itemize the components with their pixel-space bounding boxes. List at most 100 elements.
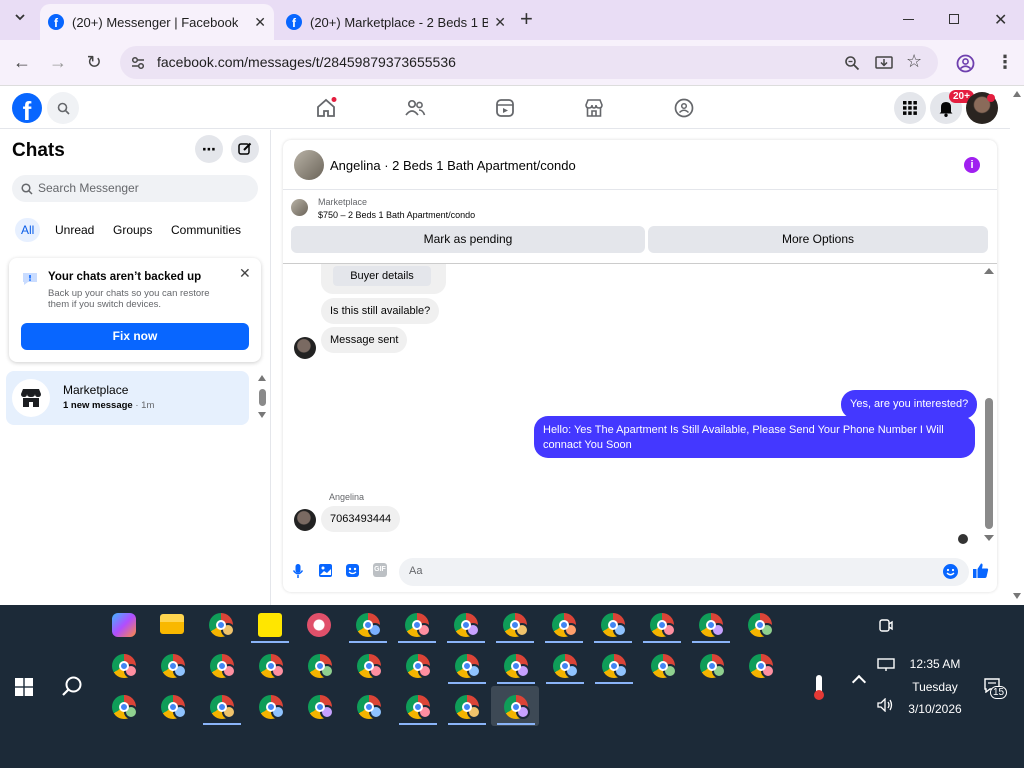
search-icon[interactable] [61, 675, 83, 697]
scroll-down-arrow-icon[interactable] [258, 412, 266, 418]
search-messenger-input[interactable]: Search Messenger [12, 175, 258, 202]
sticker-icon[interactable] [345, 563, 360, 578]
chrome-profile-icon[interactable] [259, 695, 285, 719]
new-message-button[interactable] [231, 135, 259, 163]
chrome-profile-icon[interactable] [161, 695, 187, 719]
info-icon[interactable]: i [964, 157, 980, 173]
clock-time[interactable]: 12:35 AM [900, 657, 970, 671]
forward-arrow-icon[interactable]: → [46, 52, 70, 73]
chrome-profile-icon[interactable] [454, 613, 480, 637]
windows-start-icon[interactable] [15, 678, 33, 696]
chrome-profile-icon[interactable] [112, 695, 138, 719]
network-icon[interactable] [877, 658, 895, 672]
chrome-profile-icon[interactable] [699, 613, 725, 637]
zoom-icon[interactable] [844, 55, 860, 71]
url-text[interactable]: facebook.com/messages/t/2845987937365553… [157, 54, 456, 70]
bookmark-star-icon[interactable]: ☆ [906, 51, 922, 72]
file-explorer-icon[interactable] [160, 614, 184, 634]
chrome-profile-icon[interactable] [209, 613, 235, 637]
chrome-profile-icon[interactable] [210, 695, 236, 719]
sticky-notes-icon[interactable] [258, 613, 282, 637]
filter-groups[interactable]: Groups [107, 218, 158, 242]
chrome-profile-icon[interactable] [504, 695, 530, 719]
close-tab-icon[interactable]: ✕ [254, 14, 266, 31]
chat-list-item-marketplace[interactable]: Marketplace 1 new message · 1m [6, 371, 249, 425]
chrome-profile-icon[interactable] [504, 654, 530, 678]
chrome-profile-icon[interactable] [405, 613, 431, 637]
close-icon[interactable]: ✕ [239, 265, 251, 282]
page-scrollbar[interactable] [1010, 87, 1024, 605]
volume-icon[interactable] [877, 698, 895, 712]
clock-day[interactable]: Tuesday [900, 680, 970, 694]
groups-icon[interactable] [673, 97, 695, 119]
chat-options-button[interactable]: ⋯ [195, 135, 223, 163]
scroll-up-arrow-icon[interactable] [258, 375, 266, 381]
sender-avatar[interactable] [294, 337, 316, 359]
chrome-profile-icon[interactable] [601, 613, 627, 637]
back-arrow-icon[interactable]: ← [10, 52, 34, 73]
chrome-profile-icon[interactable] [700, 654, 726, 678]
new-tab-button[interactable]: + [520, 6, 533, 32]
filter-unread[interactable]: Unread [49, 218, 100, 242]
message-input[interactable]: Aa [399, 558, 969, 586]
filter-communities[interactable]: Communities [165, 218, 247, 242]
chrome-profile-icon[interactable] [259, 654, 285, 678]
show-hidden-icons-chevron-icon[interactable] [851, 674, 867, 690]
friends-icon[interactable] [404, 97, 426, 119]
chrome-profile-icon[interactable] [406, 695, 432, 719]
conversation-title[interactable]: Angelina · 2 Beds 1 Bath Apartment/condo [330, 158, 576, 173]
chrome-profile-icon[interactable] [553, 654, 579, 678]
chrome-profile-icon[interactable] [602, 654, 628, 678]
tab-messenger[interactable]: f (20+) Messenger | Facebook ✕ [40, 4, 274, 40]
meet-now-icon[interactable] [878, 617, 894, 633]
listing-avatar[interactable] [294, 150, 324, 180]
scrollbar-thumb[interactable] [259, 389, 266, 406]
chrome-profile-icon[interactable] [308, 695, 334, 719]
snipping-tool-icon[interactable] [307, 613, 331, 637]
messages-scrollbar[interactable] [983, 268, 995, 542]
clock-date[interactable]: 3/10/2026 [900, 702, 970, 716]
thumbs-up-icon[interactable] [972, 562, 989, 579]
emoji-icon[interactable] [942, 563, 959, 580]
site-info-icon[interactable] [130, 55, 146, 71]
chrome-profile-icon[interactable] [357, 695, 383, 719]
scroll-down-arrow-icon[interactable] [1013, 593, 1021, 599]
microphone-icon[interactable] [292, 563, 304, 579]
watch-icon[interactable] [494, 97, 516, 119]
menu-button[interactable] [894, 92, 926, 124]
chrome-profile-icon[interactable] [112, 654, 138, 678]
browser-menu-icon[interactable]: ⋮ [996, 52, 1014, 73]
close-tab-icon[interactable]: ✕ [494, 14, 506, 31]
chrome-profile-icon[interactable] [210, 654, 236, 678]
marketplace-icon[interactable] [583, 97, 605, 119]
minimize-icon[interactable] [903, 19, 914, 20]
chrome-profile-icon[interactable] [308, 654, 334, 678]
scroll-up-arrow-icon[interactable] [984, 268, 994, 274]
fix-now-button[interactable]: Fix now [21, 323, 249, 350]
chat-list-scrollbar[interactable] [258, 375, 266, 420]
scrollbar-thumb[interactable] [985, 398, 993, 529]
chrome-profile-icon[interactable] [455, 695, 481, 719]
chrome-profile-icon[interactable] [749, 654, 775, 678]
chrome-profile-icon[interactable] [748, 613, 774, 637]
chrome-profile-icon[interactable] [651, 654, 677, 678]
chrome-profile-icon[interactable] [356, 613, 382, 637]
scroll-up-arrow-icon[interactable] [1013, 91, 1021, 97]
photo-icon[interactable] [318, 563, 333, 578]
chrome-profile-icon[interactable] [406, 654, 432, 678]
more-options-button[interactable]: More Options [648, 226, 988, 253]
sender-avatar[interactable] [294, 509, 316, 531]
weather-temperature-icon[interactable] [810, 675, 828, 701]
home-icon[interactable] [315, 97, 337, 119]
chrome-profile-icon[interactable] [161, 654, 187, 678]
facebook-logo-icon[interactable]: f [12, 93, 42, 123]
chrome-profile-icon[interactable] [552, 613, 578, 637]
chrome-profile-icon[interactable] [503, 613, 529, 637]
gif-icon[interactable]: GIF [373, 563, 387, 577]
chrome-profile-icon[interactable] [650, 613, 676, 637]
filter-all[interactable]: All [15, 218, 41, 242]
scroll-down-arrow-icon[interactable] [984, 535, 994, 541]
close-window-icon[interactable]: ✕ [994, 10, 1007, 30]
profile-icon[interactable] [956, 54, 975, 73]
chrome-profile-icon[interactable] [357, 654, 383, 678]
